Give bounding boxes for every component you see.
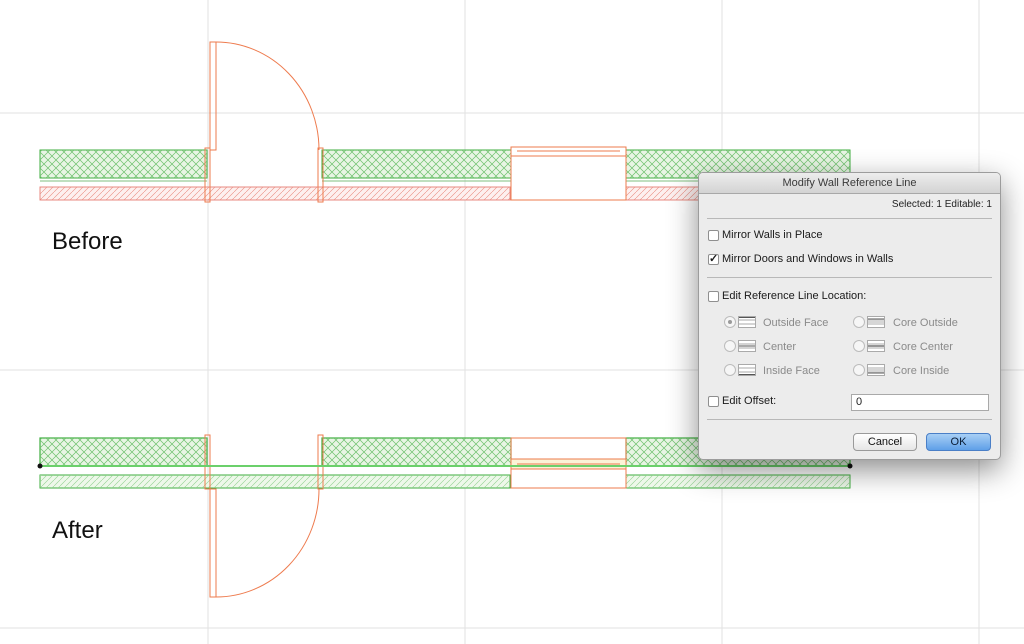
cancel-button[interactable]: Cancel [853, 433, 917, 451]
after-wall-left-core[interactable] [39, 437, 208, 467]
radio-core-inside[interactable] [853, 364, 865, 376]
radio-outside-face[interactable] [724, 316, 736, 328]
ok-button[interactable]: OK [926, 433, 991, 451]
center-label[interactable]: Center [763, 341, 796, 353]
inside-face-icon [738, 364, 756, 376]
separator [707, 419, 992, 420]
core-inside-label[interactable]: Core Inside [893, 365, 949, 377]
mirror-walls-label[interactable]: Mirror Walls in Place [722, 229, 822, 241]
radio-center[interactable] [724, 340, 736, 352]
core-inside-icon [867, 364, 885, 376]
inside-face-label[interactable]: Inside Face [763, 365, 820, 377]
dialog-title[interactable]: Modify Wall Reference Line [699, 173, 1000, 194]
after-wall-middle-core[interactable] [321, 437, 512, 467]
after-label: After [52, 517, 103, 544]
mirror-doors-label[interactable]: Mirror Doors and Windows in Walls [722, 253, 893, 265]
edit-reference-checkbox[interactable] [708, 291, 719, 302]
edit-offset-label[interactable]: Edit Offset: [722, 395, 776, 407]
before-wall-middle-core[interactable] [321, 149, 512, 182]
core-outside-icon [867, 316, 885, 328]
after-window[interactable] [510, 437, 627, 489]
mirror-walls-checkbox[interactable] [708, 230, 719, 241]
mirror-doors-checkbox[interactable]: ✓ [708, 254, 719, 265]
separator [707, 218, 992, 219]
before-wall-left-skin[interactable] [39, 186, 511, 201]
after-wall-left-skin[interactable] [39, 474, 511, 489]
before-window[interactable] [510, 146, 627, 201]
before-door[interactable] [204, 41, 324, 203]
before-wall-left-core[interactable] [39, 149, 208, 182]
core-center-label[interactable]: Core Center [893, 341, 953, 353]
core-center-icon [867, 340, 885, 352]
outside-face-icon [738, 316, 756, 328]
core-outside-label[interactable]: Core Outside [893, 317, 958, 329]
after-wall-right-skin[interactable] [625, 474, 851, 489]
edit-reference-label[interactable]: Edit Reference Line Location: [722, 290, 866, 302]
selection-info: Selected: 1 Editable: 1 [891, 199, 992, 210]
edit-offset-checkbox[interactable] [708, 396, 719, 407]
modify-wall-reference-line-dialog: Modify Wall Reference Line Selected: 1 E… [698, 172, 1001, 460]
separator [707, 277, 992, 278]
checkmark-icon: ✓ [709, 253, 719, 265]
radio-core-outside[interactable] [853, 316, 865, 328]
after-door[interactable] [204, 434, 324, 598]
center-icon [738, 340, 756, 352]
radio-inside-face[interactable] [724, 364, 736, 376]
outside-face-label[interactable]: Outside Face [763, 317, 828, 329]
before-label: Before [52, 228, 123, 255]
radio-core-center[interactable] [853, 340, 865, 352]
offset-input[interactable]: 0 [851, 394, 989, 411]
